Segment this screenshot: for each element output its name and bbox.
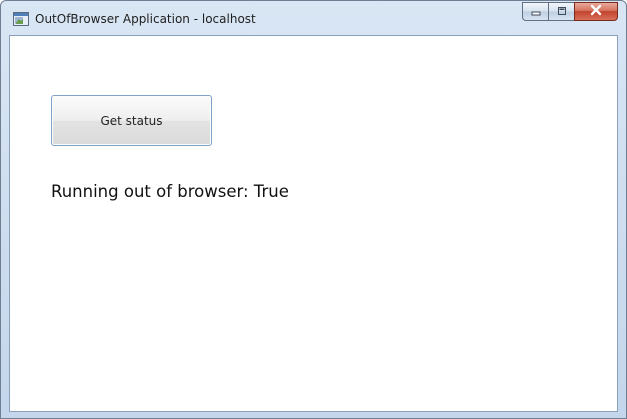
app-window-icon bbox=[13, 12, 29, 26]
close-button[interactable] bbox=[574, 2, 618, 21]
window-title: OutOfBrowser Application - localhost bbox=[35, 12, 256, 26]
minimize-button[interactable] bbox=[522, 2, 548, 21]
status-text: Running out of browser: True bbox=[51, 182, 289, 201]
client-area: Get status Running out of browser: True bbox=[9, 35, 618, 412]
caption-buttons bbox=[522, 2, 618, 22]
close-icon bbox=[589, 3, 603, 21]
app-window: OutOfBrowser Application - localhost Get… bbox=[0, 0, 627, 419]
title-bar[interactable]: OutOfBrowser Application - localhost bbox=[1, 1, 626, 35]
maximize-button[interactable] bbox=[548, 2, 574, 21]
minimize-icon bbox=[530, 3, 542, 21]
maximize-icon bbox=[556, 3, 568, 21]
get-status-button[interactable]: Get status bbox=[51, 95, 212, 146]
